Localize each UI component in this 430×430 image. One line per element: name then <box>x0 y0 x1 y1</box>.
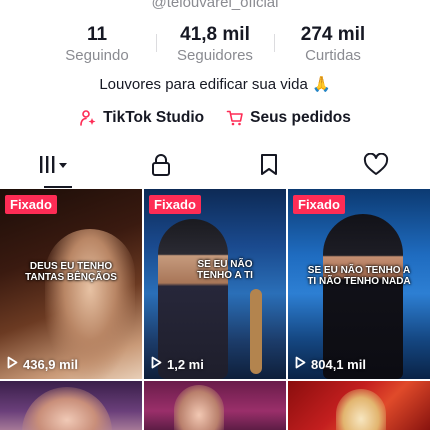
pinned-badge: Fixado <box>293 195 345 214</box>
video-tile[interactable]: Fixado Se eu não tenho a Ti não tenho na… <box>288 189 430 379</box>
stat-label: Curtidas <box>305 47 361 64</box>
profile-tabs <box>0 146 430 188</box>
thumbnail-figure <box>174 385 224 430</box>
video-caption-line: Ti não tenho nada <box>307 276 411 287</box>
stat-value: 41,8 mil <box>180 24 250 45</box>
stat-followers[interactable]: 41,8 mil Seguidores <box>156 24 274 66</box>
view-count: 1,2 mi <box>151 356 204 372</box>
cart-icon <box>226 109 244 127</box>
orders-link[interactable]: Seus pedidos <box>226 109 351 127</box>
video-caption-line: Se eu não <box>197 259 253 270</box>
pinned-badge: Fixado <box>149 195 201 214</box>
tiktok-studio-link[interactable]: TikTok Studio <box>79 109 204 127</box>
thumbnail-figure <box>22 387 112 430</box>
video-caption-line: Deus eu tenho <box>29 261 113 272</box>
grid-icon <box>38 154 70 181</box>
thumbnail-guitar <box>250 289 262 374</box>
bookmark-icon <box>259 153 279 182</box>
profile-stats: 11 Seguindo 41,8 mil Seguidores 274 mil … <box>0 24 430 66</box>
tiktok-studio-label: TikTok Studio <box>103 109 205 126</box>
tiktok-studio-icon <box>79 109 97 127</box>
stat-label: Seguindo <box>65 47 129 64</box>
stat-likes[interactable]: 274 mil Curtidas <box>274 24 392 66</box>
lock-icon <box>150 153 172 182</box>
stat-following[interactable]: 11 Seguindo <box>38 24 156 66</box>
play-icon <box>151 356 162 372</box>
orders-label: Seus pedidos <box>250 109 351 126</box>
video-caption: Se eu não tenho a Ti não tenho nada <box>288 265 430 287</box>
stat-label: Seguidores <box>177 47 253 64</box>
video-tile[interactable]: Fixado Se eu não tenho a Ti 1,2 mi <box>144 189 286 379</box>
tab-videos[interactable] <box>0 146 108 188</box>
view-count-label: 1,2 mi <box>167 356 204 372</box>
heart-icon <box>363 152 389 182</box>
thumbnail-figure <box>158 219 228 379</box>
play-icon <box>295 356 306 372</box>
view-count-label: 804,1 mil <box>311 356 366 372</box>
view-count-label: 436,9 mil <box>23 356 78 372</box>
video-caption-line: tantas bênçãos <box>25 272 117 283</box>
video-caption-line: Se eu não tenho a <box>307 265 411 276</box>
tab-favorites[interactable] <box>215 146 323 188</box>
profile-bio: Louvores para edificar sua vida 🙏 <box>99 76 331 93</box>
view-count: 436,9 mil <box>7 356 78 372</box>
stat-value: 274 mil <box>300 24 366 45</box>
profile-links: TikTok Studio Seus pedidos <box>0 109 430 127</box>
video-caption-line: tenho a Ti <box>197 270 253 281</box>
view-count: 804,1 mil <box>295 356 366 372</box>
video-caption: Se eu não tenho a Ti <box>164 259 286 281</box>
thumbnail-figure <box>323 214 403 379</box>
play-icon <box>7 356 18 372</box>
tab-private[interactable] <box>108 146 216 188</box>
pinned-badge: Fixado <box>5 195 57 214</box>
profile-handle: @telouvarei_oficial <box>151 0 279 11</box>
video-caption: Deus eu tenho tantas bênçãos <box>0 261 142 283</box>
video-tile[interactable]: Fixado Deus eu tenho tantas bênçãos 436,… <box>0 189 142 379</box>
video-tile[interactable] <box>144 381 286 430</box>
video-tile[interactable] <box>0 381 142 430</box>
stat-value: 11 <box>86 24 108 45</box>
thumbnail-figure <box>336 389 386 430</box>
tab-liked[interactable] <box>323 146 430 188</box>
video-tile[interactable] <box>288 381 430 430</box>
